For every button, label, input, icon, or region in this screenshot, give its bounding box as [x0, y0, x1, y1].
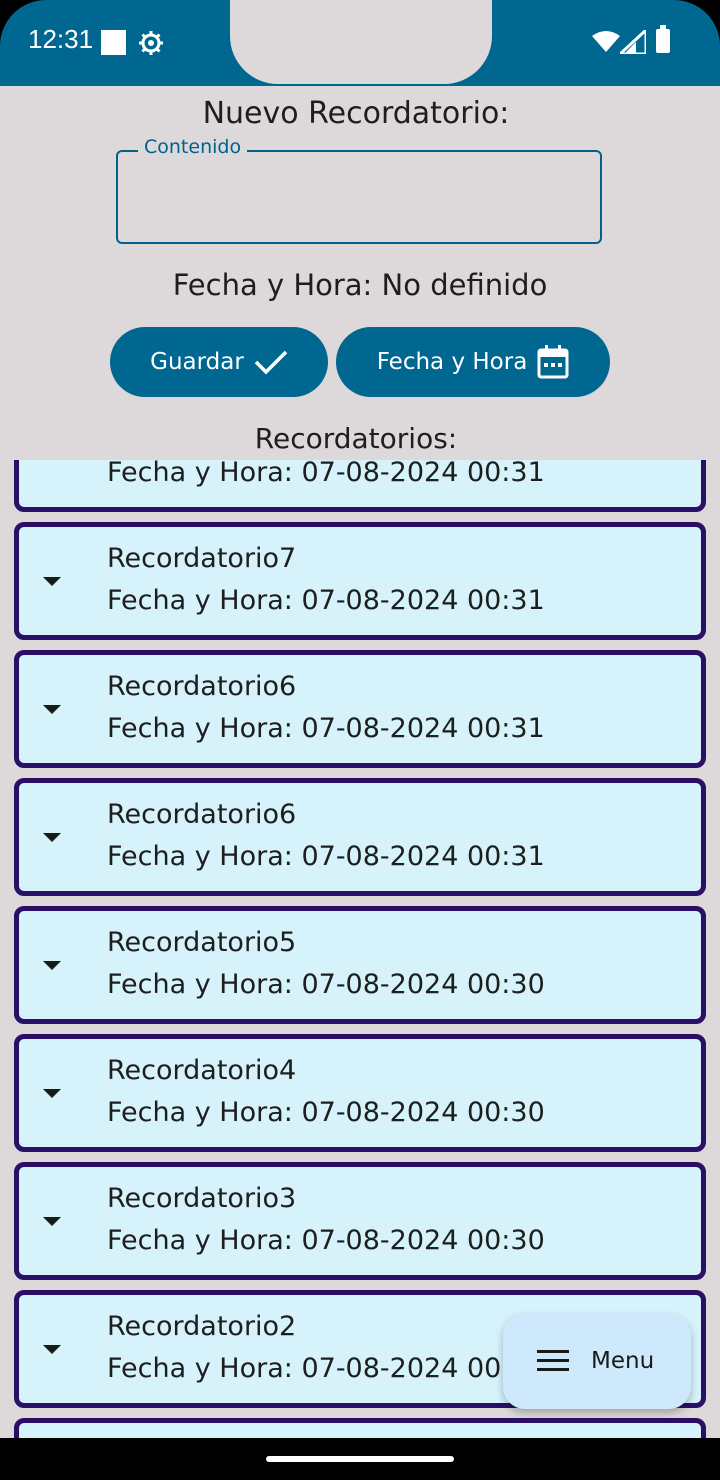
hamburger-menu-icon — [537, 1350, 569, 1372]
reminder-datetime: Fecha y Hora: 07-08-2024 00:31 — [107, 713, 545, 744]
expand-arrow-icon[interactable] — [43, 705, 61, 714]
reminder-card-partial[interactable] — [14, 1418, 706, 1438]
expand-arrow-icon[interactable] — [43, 577, 61, 586]
check-icon — [254, 350, 288, 375]
content-field-label: Contenido — [138, 136, 248, 158]
content-field[interactable] — [116, 150, 602, 244]
reminder-name: Recordatorio4 — [107, 1055, 297, 1086]
expand-arrow-icon[interactable] — [43, 1089, 61, 1098]
reminders-list[interactable]: Fecha y Hora: 07-08-2024 00:31 Recordato… — [0, 460, 720, 1438]
reminder-datetime: Fecha y Hora: 07-08-2024 00:30 — [107, 969, 545, 1000]
reminder-name: Recordatorio6 — [107, 799, 297, 830]
save-button-label: Guardar — [150, 349, 244, 375]
camera-notch — [230, 0, 492, 84]
reminder-datetime: Fecha y Hora: 07-08-2024 00:30 — [107, 1225, 545, 1256]
date-time-button[interactable]: Fecha y Hora — [336, 327, 610, 397]
home-gesture-handle[interactable] — [266, 1456, 454, 1462]
reminder-name: Recordatorio6 — [107, 671, 297, 702]
reminder-card[interactable]: Recordatorio4 Fecha y Hora: 07-08-2024 0… — [14, 1034, 706, 1152]
reminder-name: Recordatorio2 — [107, 1311, 297, 1342]
content-input[interactable] — [118, 152, 600, 242]
reminder-datetime: Fecha y Hora: 07-08-2024 00:30 — [107, 1353, 545, 1384]
date-time-button-label: Fecha y Hora — [376, 349, 528, 375]
reminder-datetime: Fecha y Hora: 07-08-2024 00:31 — [107, 585, 545, 616]
wifi-icon — [592, 31, 620, 52]
reminder-card[interactable]: Fecha y Hora: 07-08-2024 00:31 — [14, 460, 706, 512]
calendar-icon — [537, 345, 569, 379]
expand-arrow-icon[interactable] — [43, 833, 61, 842]
expand-arrow-icon[interactable] — [43, 1345, 61, 1354]
expand-arrow-icon[interactable] — [43, 1217, 61, 1226]
menu-fab-label: Menu — [591, 1348, 655, 1374]
reminder-name: Recordatorio5 — [107, 927, 297, 958]
reminder-datetime: Fecha y Hora: 07-08-2024 00:31 — [107, 460, 545, 488]
settings-gear-icon — [139, 31, 163, 55]
reminder-card[interactable]: Recordatorio5 Fecha y Hora: 07-08-2024 0… — [14, 906, 706, 1024]
status-time: 12:31 — [28, 24, 94, 54]
battery-icon — [656, 25, 670, 53]
reminder-datetime: Fecha y Hora: 07-08-2024 00:30 — [107, 1097, 545, 1128]
reminder-card[interactable]: Recordatorio6 Fecha y Hora: 07-08-2024 0… — [14, 778, 706, 896]
reminder-datetime: Fecha y Hora: 07-08-2024 00:31 — [107, 841, 545, 872]
reminder-card[interactable]: Recordatorio6 Fecha y Hora: 07-08-2024 0… — [14, 650, 706, 768]
menu-fab[interactable]: Menu — [503, 1313, 691, 1409]
reminder-card[interactable]: Recordatorio3 Fecha y Hora: 07-08-2024 0… — [14, 1162, 706, 1280]
expand-arrow-icon[interactable] — [43, 961, 61, 970]
status-bar: 12:31 — [0, 0, 720, 86]
signal-icon — [620, 30, 646, 54]
new-reminder-title: Nuevo Recordatorio: — [202, 96, 510, 131]
reminder-card[interactable]: Recordatorio7 Fecha y Hora: 07-08-2024 0… — [14, 522, 706, 640]
reminder-name: Recordatorio3 — [107, 1183, 297, 1214]
selected-datetime-text: Fecha y Hora: No definido — [172, 268, 548, 302]
save-button[interactable]: Guardar — [110, 327, 328, 397]
reminder-name: Recordatorio7 — [107, 543, 297, 574]
reminders-section-title: Recordatorios: — [254, 422, 458, 455]
notification-square-icon — [101, 30, 126, 55]
